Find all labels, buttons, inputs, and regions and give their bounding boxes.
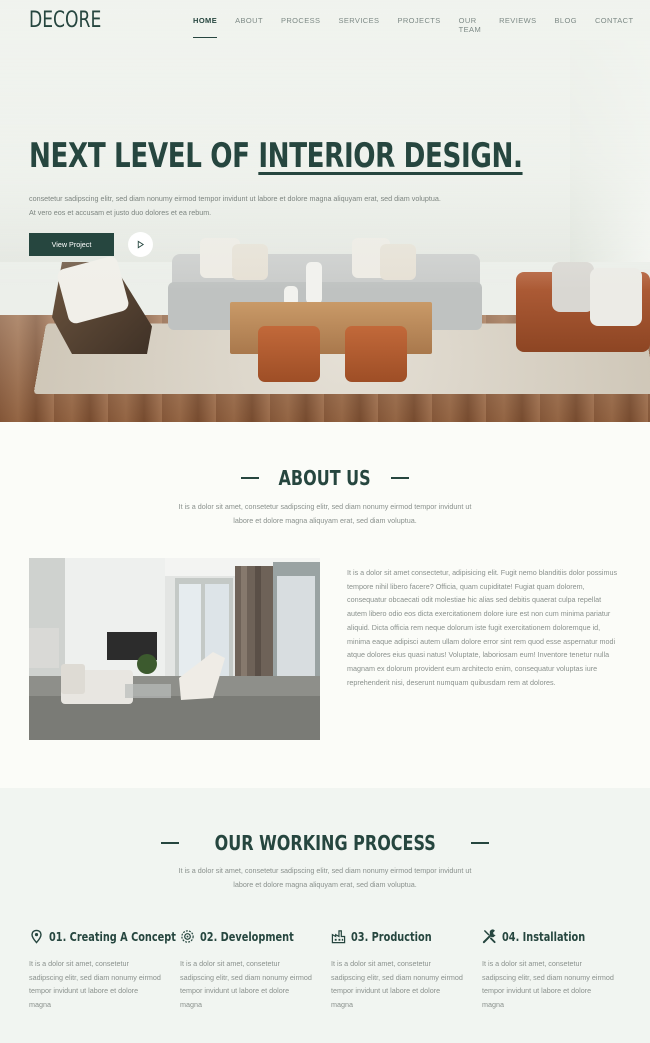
main-menu: HOME ABOUT PROCESS SERVICES PROJECTS OUR…	[193, 16, 650, 38]
tools-icon	[482, 928, 496, 943]
nav-contact[interactable]: CONTACT	[595, 16, 634, 34]
nav-services[interactable]: SERVICES	[338, 16, 379, 34]
nav-our-team[interactable]: OUR TEAM	[459, 16, 481, 34]
nav-reviews[interactable]: REVIEWS	[499, 16, 536, 34]
hero-description: consetetur sadipscing elitr, sed diam no…	[29, 194, 441, 217]
process-subtitle: It is a dolor sit amet, consetetur sadip…	[178, 866, 472, 889]
factory-icon	[331, 929, 346, 943]
process-heading: OUR WORKING PROCESS	[0, 831, 650, 855]
living-room-photo	[29, 558, 320, 740]
process-step-production: 03. Production It is a dolor sit amet, c…	[331, 928, 463, 1010]
nav-about[interactable]: ABOUT	[235, 16, 263, 34]
play-icon	[137, 240, 145, 249]
play-video-button[interactable]	[128, 232, 153, 257]
view-project-button[interactable]: View Project	[29, 233, 114, 256]
about-heading: ABOUT US	[0, 466, 650, 490]
process-step-concept: 01. Creating A Concept It is a dolor sit…	[29, 928, 176, 1010]
nav-process[interactable]: PROCESS	[281, 16, 320, 34]
logo[interactable]: DECORE	[29, 8, 101, 33]
hero-pouf	[345, 326, 407, 382]
hero-pouf	[258, 326, 320, 382]
process-step-installation: 04. Installation It is a dolor sit amet,…	[482, 928, 614, 1010]
process-step-development: 02. Development It is a dolor sit amet, …	[180, 928, 312, 1010]
target-icon	[181, 929, 194, 943]
nav-home[interactable]: HOME	[193, 16, 218, 38]
about-subtitle: It is a dolor sit amet, consetetur sadip…	[178, 502, 472, 525]
location-pin-icon	[31, 929, 42, 944]
top-navigation: DECORE HOME ABOUT PROCESS SERVICES PROJE…	[0, 0, 650, 44]
nav-projects[interactable]: PROJECTS	[397, 16, 440, 34]
nav-blog[interactable]: BLOG	[554, 16, 576, 34]
about-image	[29, 558, 320, 740]
about-body: It is a dolor sit amet consectetur, adip…	[347, 568, 618, 687]
hero-title-underline: INTERIOR DESIGN.	[258, 136, 523, 176]
hero-title: NEXT LEVEL OF INTERIOR DESIGN.	[29, 136, 523, 176]
